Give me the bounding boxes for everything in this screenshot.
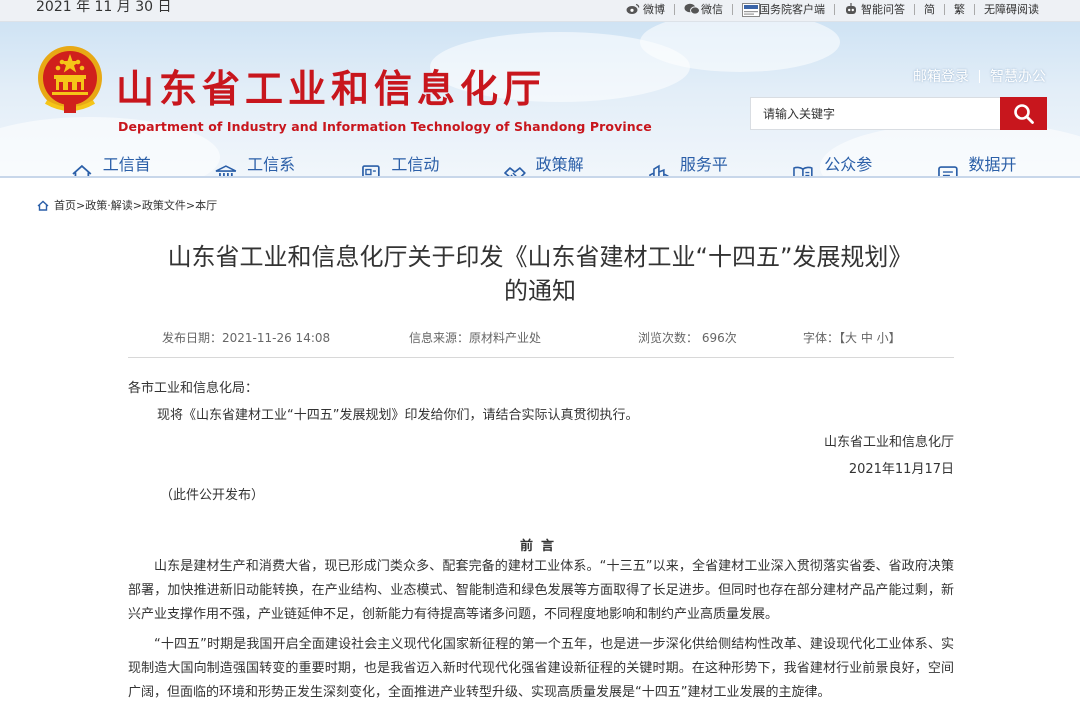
top-bar: 2021 年 11 月 30 日 微博 微信 国务院客户端 智能问答 简 繁 无… [0,0,1080,22]
news-icon [361,165,380,177]
signature: 山东省工业和信息化厅 [823,435,954,450]
wechat-label: 微信 [701,3,723,16]
divider [979,69,980,83]
search-bar [750,97,1047,130]
meta-divider [128,357,954,358]
nav-label: 工信动态 [391,155,440,174]
site-title-en: Department of Industry and Information T… [118,119,652,134]
home-icon [72,164,92,177]
header-links: 邮箱登录 智慧办公 [913,66,1046,86]
search-button[interactable] [1000,97,1047,130]
info-source: 信息来源：原材料产业处 [409,331,542,345]
robot-icon [844,3,858,15]
article-title: 山东省工业和信息化厅关于印发《山东省建材工业“十四五”发展规划》 的通知 [100,240,980,308]
gov-app-icon [742,3,760,17]
nav-label: 公众参与 [824,155,873,174]
top-links: 微博 微信 国务院客户端 智能问答 简 繁 无障碍阅读 [617,0,1048,18]
smart-qa-link[interactable]: 智能问答 [835,1,914,17]
national-emblem-icon[interactable] [36,44,104,116]
paragraph: 山东是建材生产和消费大省，现已形成门类众多、配套完备的建材工业体系。“十三五”以… [128,559,954,622]
breadcrumb[interactable]: 首页>政策·解读>政策文件>本厅 [37,197,217,213]
font-size-control[interactable]: 字体：【大 中 小】 [803,329,901,346]
site-header: 山东省工业和信息化厅 Department of Industry and In… [0,22,1080,177]
breadcrumb-text[interactable]: 首页>政策·解读>政策文件>本厅 [54,197,217,213]
home-icon [37,200,49,211]
nav-label: 政策解读 [535,155,584,174]
nav-label: 工信系统 [247,155,296,174]
title-line: 的通知 [504,277,576,305]
current-date: 2021 年 11 月 30 日 [36,0,172,15]
simplified-link[interactable]: 简 [915,1,944,17]
gov-app-label: 国务院客户端 [759,3,825,16]
accessibility-label: 无障碍阅读 [984,3,1039,16]
public-note: （此件公开发布） [160,488,265,503]
main-nav: 工信首页 工信系统 工信动态 政策解读 服务平台 公众参与 数据开放 [0,155,1080,177]
simplified-label: 简 [924,3,935,16]
publish-date: 发布日期：2021-11-26 14:08 [162,331,331,345]
sign-date: 2021年11月17日 [848,462,954,477]
nav-label: 服务平台 [679,155,728,174]
nav-item-participation[interactable]: 公众参与 [791,155,887,177]
paragraph: “十四五”时期是我国开启全面建设社会主义现代化国家新征程的第一个五年，也是进一步… [128,637,954,700]
nav-item-data[interactable]: 数据开放 [936,155,1032,177]
nav-label: 数据开放 [968,155,1017,174]
wechat-link[interactable]: 微信 [675,1,732,17]
nav-item-service[interactable]: 服务平台 [647,155,743,177]
salutation: 各市工业和信息化局： [128,381,259,396]
weibo-label: 微博 [643,3,665,16]
gov-app-link[interactable]: 国务院客户端 [733,1,834,17]
nav-item-home[interactable]: 工信首页 [70,155,166,177]
traditional-label: 繁 [954,3,965,16]
city-icon [649,164,669,177]
chat-icon [937,166,958,177]
search-icon [1013,103,1034,124]
nav-item-system[interactable]: 工信系统 [214,155,310,177]
handshake-icon [503,167,526,177]
accessibility-link[interactable]: 无障碍阅读 [975,1,1048,17]
traditional-link[interactable]: 繁 [945,1,974,17]
book-icon [793,166,814,177]
nav-item-news[interactable]: 工信动态 [359,155,455,177]
site-title-cn[interactable]: 山东省工业和信息化厅 [116,67,546,111]
weibo-link[interactable]: 微博 [617,1,674,17]
preface-heading: 前言 [519,539,562,554]
mail-login-link[interactable]: 邮箱登录 [913,66,969,86]
notice-text: 现将《山东省建材工业“十四五”发展规划》印发给你们，请结合实际认真贯彻执行。 [157,408,639,423]
building-icon [215,165,237,177]
wechat-icon [684,3,700,15]
weibo-icon [626,3,640,15]
smart-qa-label: 智能问答 [861,3,905,16]
view-count: 浏览次数： 696次 [638,331,737,345]
title-line: 山东省工业和信息化厅关于印发《山东省建材工业“十四五”发展规划》 [167,243,913,271]
search-input[interactable] [750,97,1000,130]
smart-office-link[interactable]: 智慧办公 [990,66,1046,86]
nav-divider [0,176,1080,178]
nav-item-policy[interactable]: 政策解读 [503,155,599,177]
nav-label: 工信首页 [102,155,151,174]
